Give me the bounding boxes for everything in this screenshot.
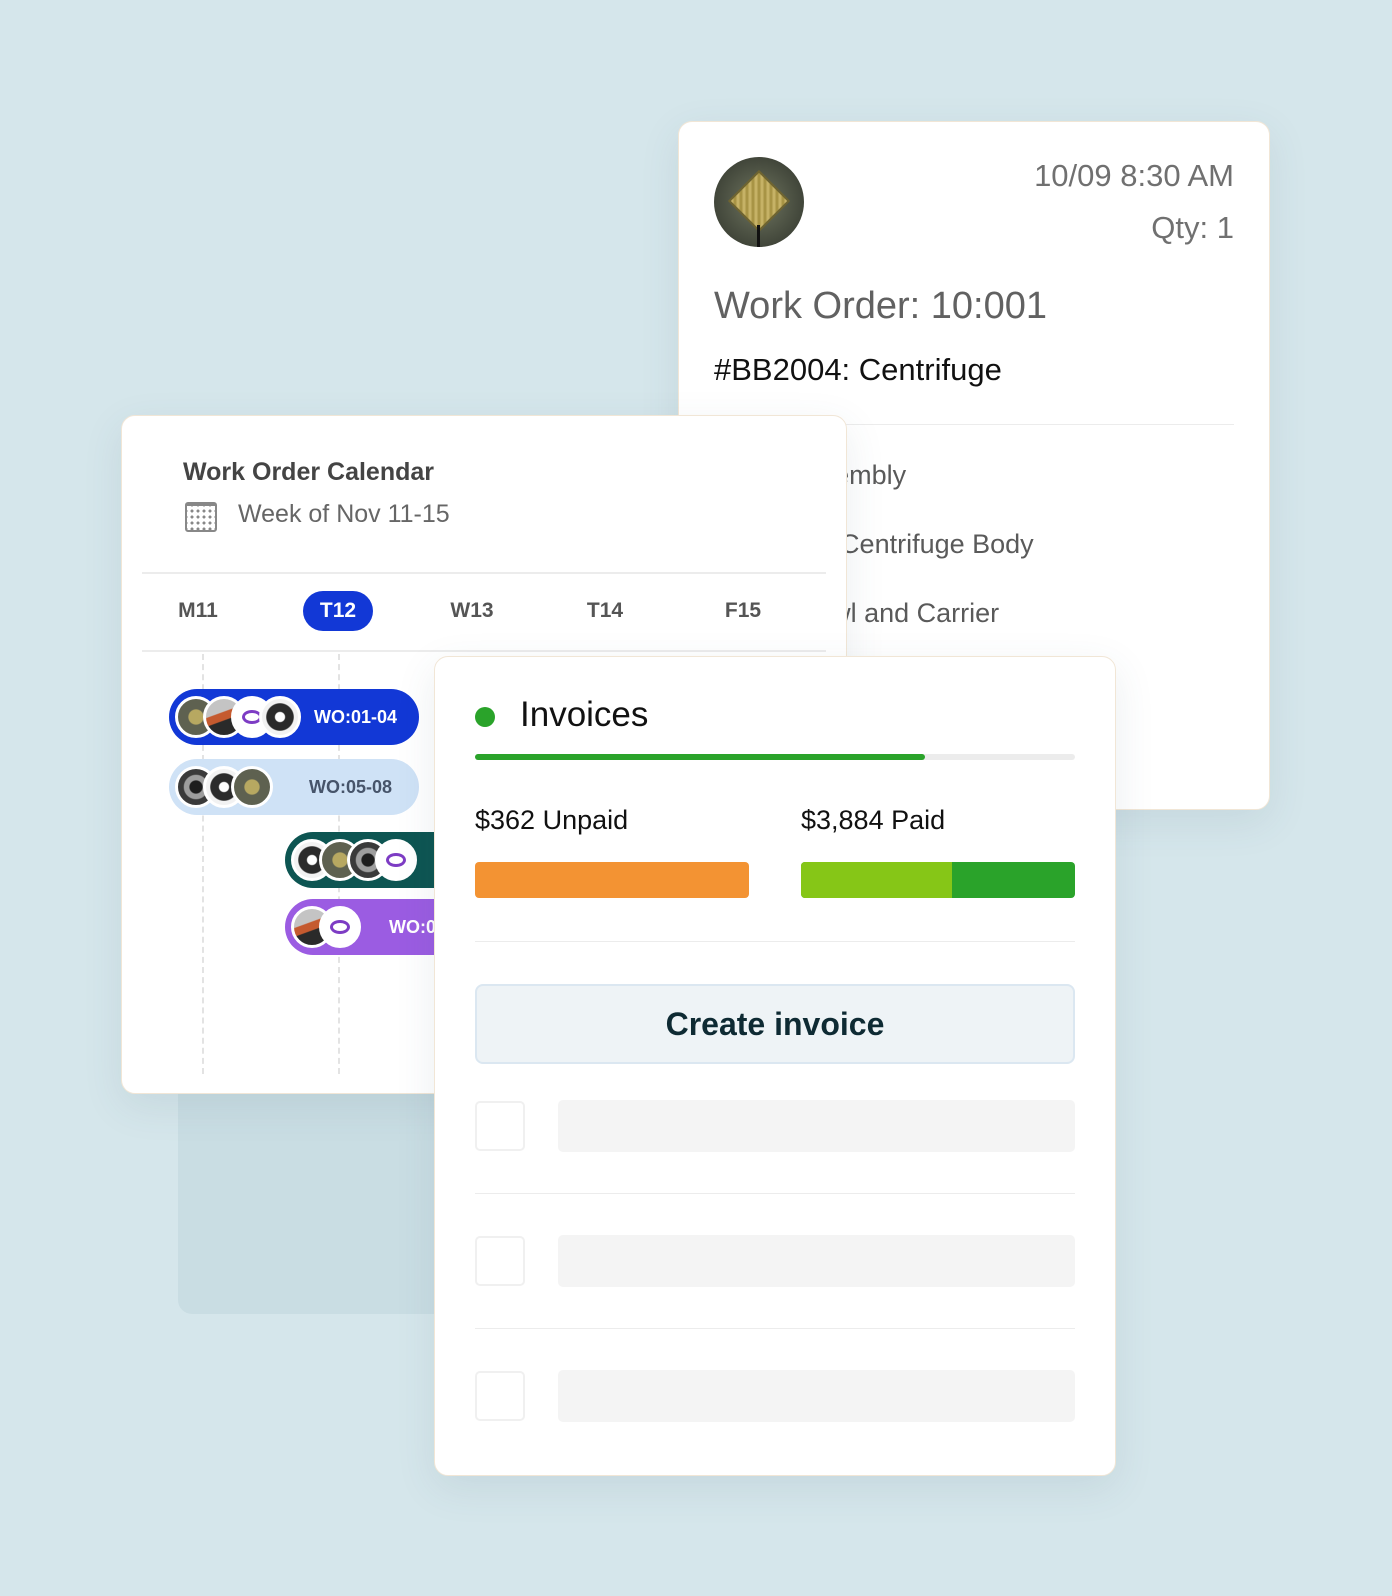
purple-part-thumbnail: [375, 839, 417, 881]
chip-image: [727, 169, 791, 233]
invoice-row-placeholder: [558, 1370, 1075, 1422]
chip-pin: [757, 225, 760, 247]
calendar-title: Work Order Calendar: [183, 458, 435, 486]
unpaid-amount: $362 Unpaid: [475, 805, 629, 835]
paid-bar: [801, 862, 1075, 898]
unpaid-bar: [475, 862, 749, 898]
divider: [475, 941, 1075, 942]
day-tab-t12[interactable]: T12: [303, 591, 373, 631]
day-tab-t14[interactable]: T14: [577, 591, 633, 631]
divider: [142, 572, 826, 574]
chip-thumbnail: [231, 766, 273, 808]
calendar-icon: [185, 502, 217, 532]
invoices-title: Invoices: [520, 695, 649, 734]
work-order-datetime: 10/09 8:30 AM: [1034, 158, 1234, 193]
divider: [142, 650, 826, 652]
create-invoice-button[interactable]: Create invoice: [475, 984, 1075, 1064]
day-tab-f15[interactable]: F15: [715, 591, 771, 631]
invoice-row-placeholder: [558, 1235, 1075, 1287]
calendar-week: Week of Nov 11-15: [238, 500, 450, 528]
day-tab-m11[interactable]: M11: [170, 591, 226, 631]
work-order-part: #BB2004: Centrifuge: [714, 352, 1002, 387]
work-order-qty: Qty: 1: [1151, 210, 1234, 245]
pill-label: WO:01-04: [314, 706, 398, 727]
part-thumbnail: [714, 157, 804, 247]
divider: [475, 1193, 1075, 1194]
work-order-pill-05-08[interactable]: WO:05-08: [169, 759, 419, 815]
lens-thumbnail: [259, 696, 301, 738]
pill-label: WO:05-08: [309, 776, 393, 797]
work-order-title: Work Order: 10:001: [714, 285, 1048, 327]
invoice-row-checkbox[interactable]: [475, 1101, 525, 1151]
invoice-progress-fill: [475, 754, 925, 760]
purple-part-thumbnail: [319, 906, 361, 948]
invoice-progress-bar: [475, 754, 1075, 760]
invoice-row-checkbox[interactable]: [475, 1371, 525, 1421]
divider: [475, 1328, 1075, 1329]
invoice-row-placeholder: [558, 1100, 1075, 1152]
work-order-pill-01-04[interactable]: WO:01-04: [169, 689, 419, 745]
pill-label: WO:0: [389, 916, 436, 937]
paid-amount: $3,884 Paid: [801, 805, 946, 835]
status-dot-icon: [475, 707, 495, 727]
invoice-row-checkbox[interactable]: [475, 1236, 525, 1286]
invoices-card: Invoices $362 Unpaid $3,884 Paid Create …: [434, 656, 1116, 1476]
paid-bar-light-segment: [801, 862, 952, 898]
day-tab-w13[interactable]: W13: [442, 591, 502, 631]
